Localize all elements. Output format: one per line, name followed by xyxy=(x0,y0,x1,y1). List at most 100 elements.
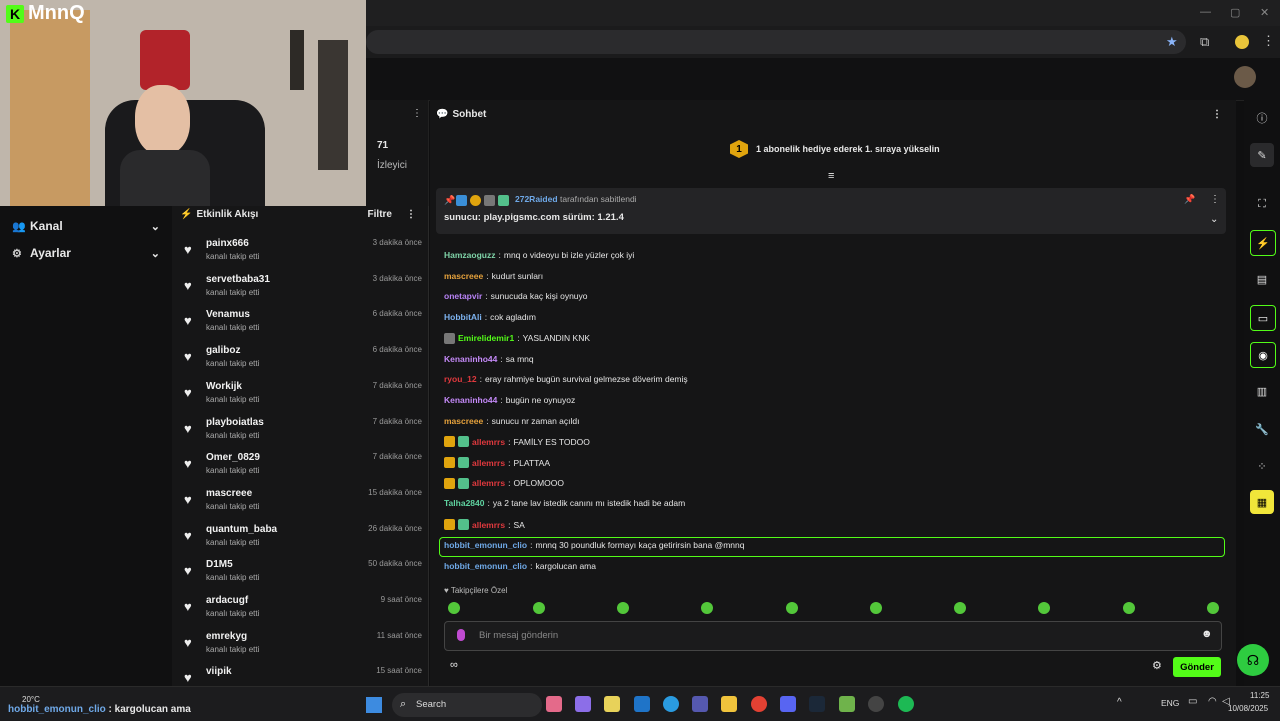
chat-message[interactable]: Kenaninho44: sa mnq xyxy=(444,354,534,364)
copilot-icon[interactable] xyxy=(546,696,562,712)
chat-message[interactable]: mascreee: sunucu nr zaman açıldı xyxy=(444,416,580,426)
gear-icon[interactable]: ⚙ xyxy=(1152,659,1162,672)
chat-username[interactable]: HobbitAli xyxy=(444,312,482,322)
emoji-icon[interactable]: ☻ xyxy=(1201,628,1213,640)
pencil-icon[interactable]: ✎ xyxy=(1250,143,1274,167)
feed-item[interactable]: ♥ playboiatlas kanalı takip etti 7 dakika ö… xyxy=(182,417,422,451)
chat-username[interactable]: onetapvir xyxy=(444,291,482,301)
outlook-icon[interactable] xyxy=(634,696,650,712)
chat-username[interactable]: allemrrs xyxy=(472,520,505,530)
minimize-button[interactable]: — xyxy=(1200,6,1211,18)
chat-username[interactable]: hobbit_emonun_clio xyxy=(444,540,527,550)
chat-icon[interactable]: ▭ xyxy=(1250,305,1276,331)
chat-message[interactable]: hobbit_emonun_clio: kargolucan ama xyxy=(444,561,596,571)
extensions-icon[interactable]: ⧉ xyxy=(1200,34,1209,50)
profile-icon[interactable] xyxy=(1235,35,1249,49)
chat-username[interactable]: ryou_12 xyxy=(444,374,477,384)
obs-icon[interactable] xyxy=(868,696,884,712)
chat-username[interactable]: Kenaninho44 xyxy=(444,354,497,364)
layers-icon[interactable]: ▥ xyxy=(1250,379,1274,403)
chat-message[interactable]: allemrrs: OPLOMOOO xyxy=(444,477,564,489)
feed-item[interactable]: ♥ Venamus kanalı takip etti 6 dakika önce xyxy=(182,309,422,343)
teams-icon[interactable] xyxy=(692,696,708,712)
send-button[interactable]: Gönder xyxy=(1173,657,1221,677)
avatar[interactable] xyxy=(1234,66,1256,88)
taskbar-search[interactable]: ⌕ Search xyxy=(392,693,542,717)
edge-icon[interactable] xyxy=(663,696,679,712)
feed-item[interactable]: ♥ D1M5 kanalı takip etti 50 dakika önce xyxy=(182,559,422,593)
feed-item[interactable]: ♥ emrekyg kanalı takip etti 11 saat önce xyxy=(182,631,422,665)
info-icon[interactable]: ⓘ xyxy=(1250,106,1274,130)
bolt-icon[interactable]: ⚡ xyxy=(1250,230,1276,256)
chat-username[interactable]: allemrrs xyxy=(472,478,505,488)
sidebar-item-kanal[interactable]: 👥 Kanal ⌄ xyxy=(12,214,160,238)
chat-message[interactable]: hobbit_emonun_clio: mnnq 30 poundluk form… xyxy=(444,540,744,550)
chat-username[interactable]: mascreee xyxy=(444,416,483,426)
feed-item[interactable]: ♥ galiboz kanalı takip etti 6 dakika önce xyxy=(182,345,422,379)
document-icon[interactable]: ▤ xyxy=(1250,267,1274,291)
steam-icon[interactable] xyxy=(809,696,825,712)
chat-username[interactable]: Kenaninho44 xyxy=(444,395,497,405)
feed-item[interactable]: ♥ servetbaba31 kanalı takip etti 3 dakika ö… xyxy=(182,274,422,308)
pinned-message[interactable]: 📌 272Raided tarafından sabitlendi sunucu… xyxy=(436,188,1226,234)
support-chat-button[interactable]: ☊ xyxy=(1237,644,1269,676)
chat-message[interactable]: allemrrs: SA xyxy=(444,519,525,531)
chat-message[interactable]: HobbitAli: cok agladım xyxy=(444,312,536,322)
wrench-icon[interactable]: 🔧 xyxy=(1250,417,1274,441)
mic-icon[interactable] xyxy=(457,629,465,641)
filter-button[interactable]: Filtre xyxy=(368,209,392,220)
maximize-button[interactable]: ▢ xyxy=(1230,6,1240,19)
feed-item[interactable]: ♥ ardacugf kanalı takip etti 9 saat önce xyxy=(182,595,422,629)
windows-start-icon[interactable] xyxy=(366,697,382,713)
chat-username[interactable]: Hamzaoguzz xyxy=(444,250,495,260)
menu-icon[interactable]: ⋮ xyxy=(1262,33,1275,49)
chat-message[interactable]: allemrrs: PLATTAA xyxy=(444,457,550,468)
chevron-up-icon[interactable]: ^ xyxy=(1117,697,1122,708)
infinity-icon[interactable]: ∞ xyxy=(450,659,458,671)
monitor-icon[interactable]: ▭ xyxy=(1188,696,1197,707)
clock-time[interactable]: 11:25 xyxy=(1250,691,1269,700)
chrome-icon[interactable] xyxy=(751,696,767,712)
chat-username[interactable]: Emirelidemir1 xyxy=(458,333,514,343)
more-icon[interactable]: ⋮ xyxy=(412,108,422,119)
wifi-icon[interactable]: ◠ xyxy=(1208,696,1217,707)
emote-icon[interactable] xyxy=(617,602,629,614)
emote-icon[interactable] xyxy=(786,602,798,614)
clock-date[interactable]: 10/08/2025 xyxy=(1228,704,1268,713)
emote-icon[interactable] xyxy=(870,602,882,614)
broadcast-icon[interactable]: ◉ xyxy=(1250,342,1276,368)
chat-username[interactable]: mascreee xyxy=(444,271,483,281)
language-indicator[interactable]: ENG xyxy=(1161,698,1179,708)
discord-icon[interactable] xyxy=(780,696,796,712)
feed-item[interactable]: ♥ quantum_baba kanalı takip etti 26 dakika … xyxy=(182,524,422,558)
emote-icon[interactable] xyxy=(701,602,713,614)
chat-username[interactable]: allemrrs xyxy=(472,437,505,447)
chat-username[interactable]: Talha2840 xyxy=(444,498,484,508)
widgets-icon[interactable] xyxy=(575,696,591,712)
feed-item[interactable]: ♥ mascreee kanalı takip etti 15 dakika önce xyxy=(182,488,422,522)
emote-icon[interactable] xyxy=(533,602,545,614)
chevron-down-icon[interactable]: ⌄ xyxy=(1210,214,1218,225)
minecraft-icon[interactable] xyxy=(839,696,855,712)
address-bar[interactable]: ★ xyxy=(366,30,1186,54)
emote-icon[interactable] xyxy=(954,602,966,614)
chat-message[interactable]: onetapvir: sunucuda kaç kişi oynuyo xyxy=(444,291,588,301)
gift-banner[interactable]: 1 1 abonelik hediye ederek 1. sıraya yük… xyxy=(730,140,940,158)
chat-username[interactable]: allemrrs xyxy=(472,458,505,468)
close-window-button[interactable]: ✕ xyxy=(1260,6,1269,19)
collapse-icon[interactable]: ≡ xyxy=(828,170,834,182)
more-icon[interactable]: ⋮ xyxy=(1210,194,1220,205)
chat-message[interactable]: Hamzaoguzz: mnq o videoyu bi izle yüzler … xyxy=(444,250,634,260)
star-icon[interactable]: ★ xyxy=(1166,34,1178,50)
feed-item[interactable]: ♥ painx666 kanalı takip etti 3 dakika önce xyxy=(182,238,422,272)
spotify-icon[interactable] xyxy=(898,696,914,712)
more-icon[interactable]: ⋮ xyxy=(406,209,416,220)
emote-icon[interactable] xyxy=(1123,602,1135,614)
clapper-icon[interactable]: ▦ xyxy=(1250,490,1274,514)
chat-message[interactable]: Kenaninho44: bugün ne oynuyoz xyxy=(444,395,575,405)
feed-item[interactable]: ♥ Workijk kanalı takip etti 7 dakika önce xyxy=(182,381,422,415)
more-icon[interactable]: ⋮ xyxy=(1212,109,1222,120)
emote-icon[interactable] xyxy=(1038,602,1050,614)
unpin-icon[interactable]: 📌 xyxy=(1184,194,1195,205)
share-icon[interactable]: ⁘ xyxy=(1250,454,1274,478)
